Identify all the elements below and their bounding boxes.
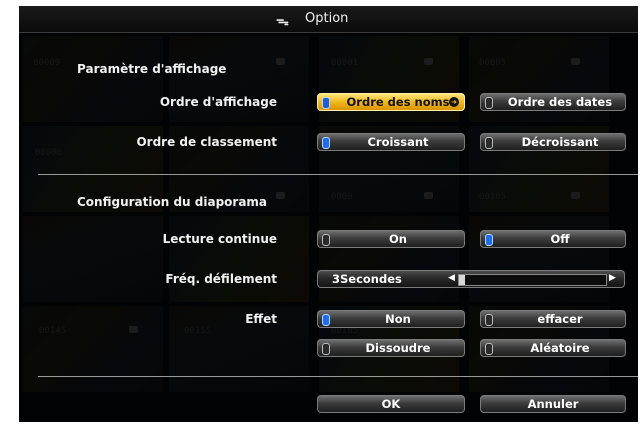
slideshow-heading: Configuration du diaporama [77,195,268,209]
ok-button[interactable]: OK [317,395,465,413]
continuous-off-button[interactable]: Off [480,230,626,248]
interval-label: Fréq. défilement [165,272,277,286]
option-tool-icon: ᯓ [276,14,289,29]
indicator-off [485,314,493,326]
indicator-on [322,137,330,149]
order-label: Ordre d'affichage [159,95,277,109]
cancel-button[interactable]: Annuler [480,395,626,413]
sort-label: Ordre de classement [136,135,277,149]
effect-label: Effet [245,312,277,326]
indicator-off [322,234,330,246]
effect-wipe-button[interactable]: effacer [480,310,626,328]
option-screen: 00009 00001 00005 00000 0000 00105 00145… [19,6,638,422]
title-bar: ᯓ Option [19,6,638,33]
interval-value: 3Secondes [332,272,402,286]
projector-frame: 00009 00001 00005 00000 0000 00105 00145… [0,0,643,428]
indicator-off [485,343,493,355]
enter-icon: ➜ [449,97,459,107]
indicator-on [322,97,330,109]
indicator-on [485,234,493,246]
indicator-off [322,343,330,355]
slider-track[interactable] [458,274,607,286]
arrow-right-icon[interactable]: ▶ [609,273,616,283]
display-settings-heading: Paramètre d'affichage [77,62,227,76]
indicator-off [485,137,493,149]
indicator-off [485,97,493,109]
arrow-left-icon[interactable]: ◀ [448,273,455,283]
effect-none-button[interactable]: Non [317,310,465,328]
page-title: Option [305,11,349,26]
effect-dissolve-button[interactable]: Dissoudre [317,339,465,357]
continuous-on-button[interactable]: On [317,230,465,248]
effect-random-button[interactable]: Aléatoire [480,339,626,357]
order-by-date-button[interactable]: Ordre des dates [480,93,626,111]
sort-ascending-button[interactable]: Croissant [317,133,465,151]
divider [38,376,638,377]
divider [38,174,638,175]
interval-slider[interactable]: 3Secondes ◀ ▶ [317,270,625,288]
continuous-label: Lecture continue [162,232,277,246]
indicator-on [322,314,330,326]
order-by-name-button[interactable]: Ordre des noms ➜ [317,93,465,111]
sort-descending-button[interactable]: Décroissant [480,133,626,151]
slider-thumb[interactable] [459,275,465,285]
